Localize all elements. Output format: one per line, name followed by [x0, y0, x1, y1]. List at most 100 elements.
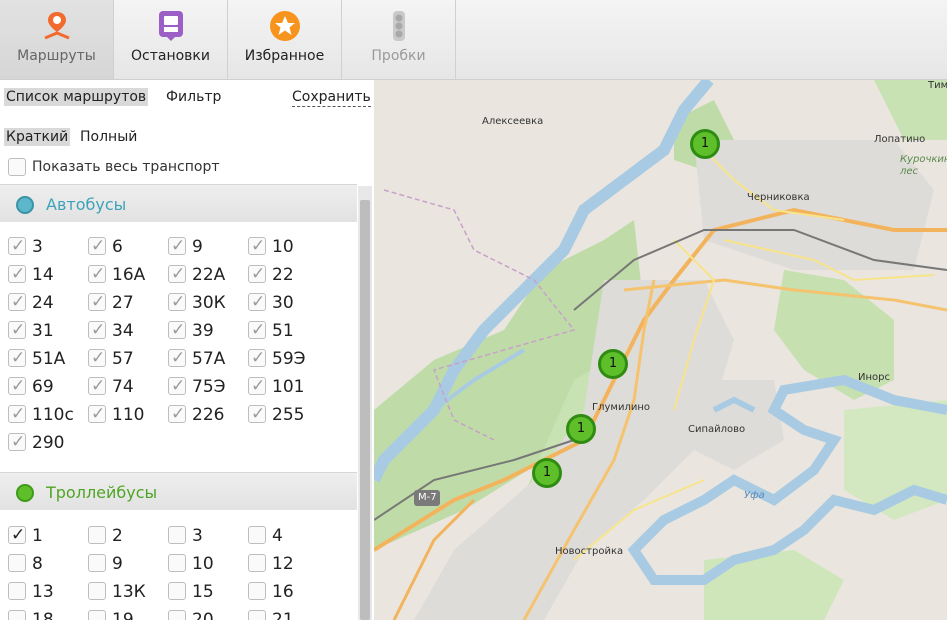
bus-route-item[interactable]: 22А — [168, 263, 248, 288]
bus-route-item[interactable]: 30К — [168, 291, 248, 316]
trolley-route-checkbox[interactable] — [248, 582, 266, 600]
tab-routes-list[interactable]: Список маршрутов — [4, 88, 149, 106]
bus-route-item[interactable]: 30 — [248, 291, 328, 316]
bus-route-checkbox[interactable] — [168, 403, 186, 425]
bus-route-checkbox[interactable] — [248, 347, 266, 369]
bus-route-item[interactable]: 3 — [8, 235, 88, 260]
trolley-route-item[interactable]: 13 — [8, 581, 88, 605]
mode-full[interactable]: Полный — [78, 128, 139, 146]
bus-route-checkbox[interactable] — [88, 375, 106, 397]
bus-route-item[interactable]: 57А — [168, 347, 248, 372]
bus-route-item[interactable]: 22 — [248, 263, 328, 288]
bus-route-item[interactable]: 110 — [88, 403, 168, 428]
bus-route-item[interactable]: 27 — [88, 291, 168, 316]
bus-route-checkbox[interactable] — [88, 291, 106, 313]
bus-route-checkbox[interactable] — [168, 347, 186, 369]
bus-route-checkbox[interactable] — [8, 431, 26, 453]
bus-route-item[interactable]: 69 — [8, 375, 88, 400]
map-canvas[interactable] — [374, 80, 947, 620]
bus-route-item[interactable]: 290 — [8, 431, 88, 456]
trolley-route-checkbox[interactable] — [248, 554, 266, 572]
bus-route-checkbox[interactable] — [88, 403, 106, 425]
bus-route-checkbox[interactable] — [8, 347, 26, 369]
bus-route-checkbox[interactable] — [248, 403, 266, 425]
trolley-route-item[interactable]: 2 — [88, 525, 168, 549]
mode-short[interactable]: Краткий — [4, 128, 71, 146]
trolley-route-checkbox[interactable] — [248, 526, 266, 544]
tab-routes[interactable]: Маршруты — [0, 0, 114, 79]
trolley-route-checkbox[interactable] — [88, 526, 106, 544]
trolley-route-item[interactable]: 15 — [168, 581, 248, 605]
trolley-route-checkbox[interactable] — [88, 554, 106, 572]
trolley-route-item[interactable]: 19 — [88, 609, 168, 620]
vehicle-marker[interactable]: 1 — [690, 129, 720, 159]
tab-traffic[interactable]: Пробки — [342, 0, 456, 79]
trolley-route-item[interactable]: 8 — [8, 553, 88, 577]
vehicle-marker[interactable]: 1 — [598, 349, 628, 379]
bus-route-item[interactable]: 16А — [88, 263, 168, 288]
bus-route-item[interactable]: 39 — [168, 319, 248, 344]
bus-route-item[interactable]: 14 — [8, 263, 88, 288]
trolley-route-checkbox[interactable] — [168, 582, 186, 600]
buses-section-header[interactable]: Автобусы — [0, 184, 357, 222]
trolley-route-item[interactable]: 18 — [8, 609, 88, 620]
trolley-route-item[interactable]: 20 — [168, 609, 248, 620]
bus-route-item[interactable]: 34 — [88, 319, 168, 344]
bus-route-checkbox[interactable] — [248, 319, 266, 341]
bus-route-item[interactable]: 9 — [168, 235, 248, 260]
bus-route-item[interactable]: 10 — [248, 235, 328, 260]
trolley-route-checkbox[interactable] — [168, 610, 186, 620]
trolley-route-checkbox[interactable] — [8, 610, 26, 620]
trolley-route-checkbox[interactable] — [168, 526, 186, 544]
trolley-route-checkbox[interactable] — [8, 554, 26, 572]
trolley-route-checkbox[interactable] — [88, 610, 106, 620]
panel-scrollbar[interactable] — [358, 186, 372, 620]
trolley-route-checkbox[interactable] — [8, 524, 26, 546]
bus-route-checkbox[interactable] — [8, 375, 26, 397]
trolley-route-checkbox[interactable] — [248, 610, 266, 620]
trolley-route-checkbox[interactable] — [8, 582, 26, 600]
trolley-route-item[interactable]: 9 — [88, 553, 168, 577]
bus-route-checkbox[interactable] — [8, 403, 26, 425]
trolleys-section-header[interactable]: Троллейбусы — [0, 472, 357, 510]
bus-route-item[interactable]: 226 — [168, 403, 248, 428]
trolley-route-item[interactable]: 16 — [248, 581, 328, 605]
trolley-route-checkbox[interactable] — [168, 554, 186, 572]
bus-route-item[interactable]: 24 — [8, 291, 88, 316]
bus-route-checkbox[interactable] — [168, 375, 186, 397]
trolley-route-item[interactable]: 13К — [88, 581, 168, 605]
bus-route-checkbox[interactable] — [8, 235, 26, 257]
trolley-route-item[interactable]: 12 — [248, 553, 328, 577]
bus-route-item[interactable]: 74 — [88, 375, 168, 400]
show-all-checkbox[interactable] — [8, 158, 26, 176]
bus-route-item[interactable]: 110с — [8, 403, 88, 428]
save-link[interactable]: Сохранить — [292, 88, 371, 107]
bus-route-checkbox[interactable] — [248, 375, 266, 397]
bus-route-checkbox[interactable] — [248, 263, 266, 285]
bus-route-checkbox[interactable] — [88, 263, 106, 285]
trolley-route-checkbox[interactable] — [88, 582, 106, 600]
bus-route-checkbox[interactable] — [88, 347, 106, 369]
bus-route-checkbox[interactable] — [88, 319, 106, 341]
bus-route-checkbox[interactable] — [168, 291, 186, 313]
scrollbar-thumb[interactable] — [360, 200, 370, 620]
tab-stops[interactable]: Остановки — [114, 0, 228, 79]
bus-route-item[interactable]: 59Э — [248, 347, 328, 372]
tab-favorites[interactable]: Избранное — [228, 0, 342, 79]
tab-filter[interactable]: Фильтр — [164, 88, 223, 106]
bus-route-item[interactable]: 255 — [248, 403, 328, 428]
bus-route-item[interactable]: 51 — [248, 319, 328, 344]
show-all-transport[interactable]: Показать весь транспорт — [8, 158, 220, 176]
vehicle-marker[interactable]: 1 — [532, 458, 562, 488]
trolley-route-item[interactable]: 1 — [8, 524, 88, 549]
trolley-route-item[interactable]: 4 — [248, 525, 328, 549]
bus-route-item[interactable]: 31 — [8, 319, 88, 344]
bus-route-checkbox[interactable] — [8, 263, 26, 285]
trolley-route-item[interactable]: 3 — [168, 525, 248, 549]
bus-route-checkbox[interactable] — [8, 291, 26, 313]
bus-route-checkbox[interactable] — [168, 235, 186, 257]
map-view[interactable]: Алексеевка Лопатино Курочкин лес Чернико… — [374, 80, 947, 620]
bus-route-checkbox[interactable] — [248, 235, 266, 257]
trolley-route-item[interactable]: 21 — [248, 609, 328, 620]
trolley-route-item[interactable]: 10 — [168, 553, 248, 577]
